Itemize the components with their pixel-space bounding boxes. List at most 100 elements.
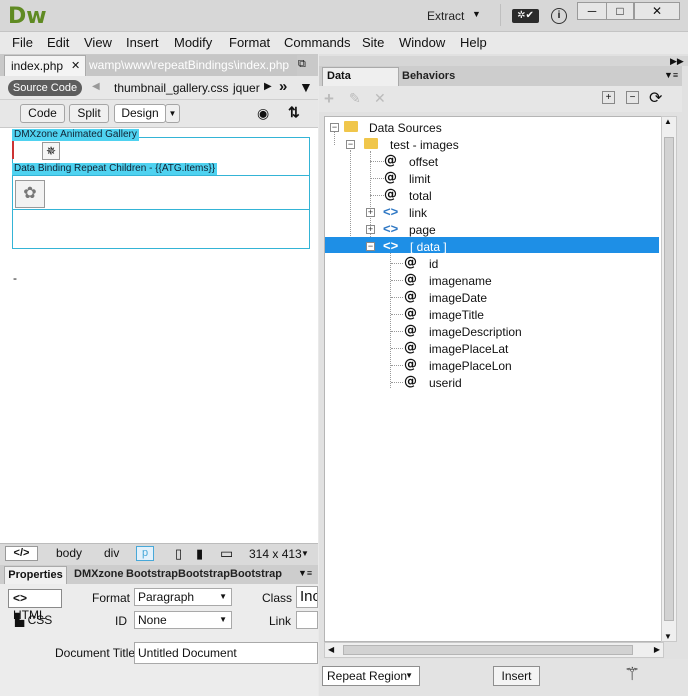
expand-toggle[interactable]: + [366,225,375,234]
more-files-icon[interactable]: » [279,78,287,95]
delete-icon[interactable]: ✕ [374,90,386,107]
related-file-css[interactable]: thumbnail_gallery.css [114,81,229,95]
menu-site[interactable]: Site [362,35,384,50]
arrow-right-icon[interactable]: ▶ [264,81,272,92]
menu-insert[interactable]: Insert [126,35,159,50]
menu-commands[interactable]: Commands [284,35,350,50]
horizontal-scrollbar[interactable]: ◀ ▶ [324,642,664,658]
tab-properties[interactable]: Properties [4,566,67,584]
tree-field[interactable]: imageDate [429,291,487,305]
scroll-thumb[interactable] [343,645,633,655]
tab-bootstrap-2[interactable]: Bootstrap [178,568,230,580]
tree-field[interactable]: total [409,189,432,203]
css-mode-button[interactable]: ▙ CSS [15,613,52,627]
tree-field[interactable]: offset [409,155,438,169]
code-tag-icon[interactable]: </> [5,546,38,561]
tree-field[interactable]: imageTitle [429,308,484,322]
tree-object[interactable]: page [409,223,436,237]
tablet-icon[interactable]: ▮ [196,546,203,562]
window-size[interactable]: 314 x 413 [249,547,302,561]
refresh-icon[interactable]: ⟳ [649,88,662,108]
tree-array[interactable]: [ data ] [410,240,447,254]
source-code-button[interactable]: Source Code [8,80,82,96]
design-view-button[interactable]: Design [114,104,166,123]
class-select[interactable]: Inc [296,586,318,608]
menu-view[interactable]: View [84,35,112,50]
insert-button[interactable]: Insert [493,666,540,686]
edit-icon[interactable]: ✎ [349,90,361,107]
data-sources-node[interactable]: Data Sources [369,121,442,135]
tree-field[interactable]: imageDescription [429,325,522,339]
globe-icon[interactable]: ◉ [257,105,269,122]
code-view-button[interactable]: Code [20,104,65,123]
collapse-all-icon[interactable]: − [626,91,639,104]
tab-bootstrap-1[interactable]: Bootstrap [126,568,178,580]
panel-menu-icon[interactable]: ▼≡ [298,568,312,578]
close-icon[interactable]: ✕ [71,59,80,72]
menu-modify[interactable]: Modify [174,35,212,50]
minimize-button[interactable]: ─ [577,2,607,20]
scroll-right-icon[interactable]: ▶ [654,645,660,654]
tree-field[interactable]: userid [429,376,462,390]
arrow-left-icon[interactable]: ◀ [92,81,100,92]
tab-behaviors[interactable]: Behaviors [402,70,455,82]
tree-field[interactable]: id [429,257,438,271]
close-button[interactable]: ✕ [634,2,680,20]
format-select[interactable]: Paragraph ▼ [134,588,232,606]
panel-menu-icon[interactable]: ▼≡ [664,70,678,80]
image-placeholder-icon[interactable]: ✿ [15,180,45,208]
maximize-button[interactable]: □ [606,2,634,20]
magic-wand-icon[interactable]: ⚚ [624,664,640,685]
scroll-left-icon[interactable]: ◀ [328,645,334,654]
field-icon: @ [404,340,417,355]
desktop-icon[interactable]: ▭ [220,545,233,562]
tab-index-php[interactable]: index.php ✕ [4,55,86,76]
html-mode-button[interactable]: <> HTML [8,589,62,622]
sort-icon[interactable]: ⇅ [288,104,300,121]
workspace-switcher[interactable]: Extract [427,9,464,23]
vertical-scrollbar[interactable]: ▲ ▼ [661,116,677,642]
restore-window-icon[interactable]: ⧉ [298,58,306,71]
sync-settings-icon[interactable]: ✲✔ [512,9,539,23]
chevron-down-icon[interactable]: ▼ [301,549,309,558]
server-behavior-select[interactable]: Repeat Region ▼ [322,666,420,686]
collapse-toggle[interactable]: − [346,140,355,149]
breadcrumb-p[interactable]: p [136,546,154,561]
gallery-icon[interactable]: ✵ [42,142,60,160]
filter-icon[interactable]: ▼ [299,79,313,95]
tree-field[interactable]: imagePlaceLat [429,342,508,356]
menu-file[interactable]: File [12,35,33,50]
tab-data-bindings[interactable]: Data Bindings [322,67,399,99]
menu-edit[interactable]: Edit [47,35,69,50]
tree-field[interactable]: imagePlaceLon [429,359,512,373]
related-file-jquery[interactable]: jquer [233,81,260,95]
tab-dmxzone[interactable]: DMXzone [74,568,124,580]
collapse-toggle[interactable]: − [366,242,375,251]
tree-field[interactable]: imagename [429,274,492,288]
expand-toggle[interactable]: + [366,208,375,217]
source-node[interactable]: test - images [390,138,459,152]
scroll-down-icon[interactable]: ▼ [664,632,672,641]
scroll-thumb[interactable] [664,137,674,621]
menu-help[interactable]: Help [460,35,487,50]
chevron-down-icon[interactable]: ▼ [165,104,180,123]
info-icon[interactable]: i [551,8,567,24]
tree-field[interactable]: limit [409,172,430,186]
tab-bootstrap-3[interactable]: Bootstrap [230,568,282,580]
menu-window[interactable]: Window [399,35,445,50]
add-icon[interactable]: + [324,89,334,109]
expand-all-icon[interactable]: + [602,91,615,104]
chevron-down-icon[interactable]: ▼ [472,9,481,19]
menu-format[interactable]: Format [229,35,270,50]
link-input[interactable] [296,611,318,629]
breadcrumb-body[interactable]: body [56,546,82,560]
selected-row[interactable] [325,237,659,253]
tree-object[interactable]: link [409,206,427,220]
breadcrumb-div[interactable]: div [104,546,119,560]
scroll-up-icon[interactable]: ▲ [664,117,672,126]
id-select[interactable]: None ▼ [134,611,232,629]
collapse-toggle[interactable]: − [330,123,339,132]
phone-icon[interactable]: ▯ [175,546,182,562]
split-view-button[interactable]: Split [69,104,109,123]
document-title-input[interactable]: Untitled Document [134,642,318,664]
